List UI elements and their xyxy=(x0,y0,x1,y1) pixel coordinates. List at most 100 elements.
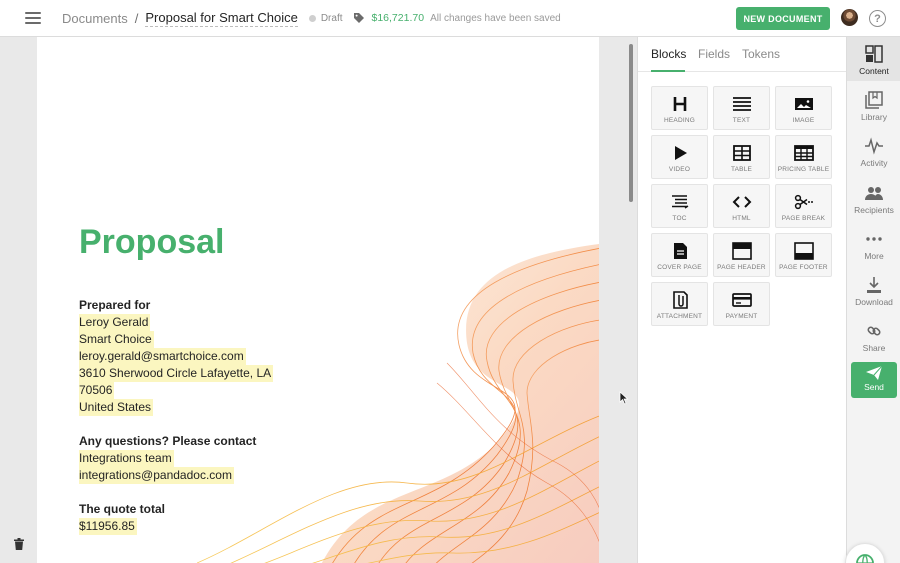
hamburger-menu-icon[interactable] xyxy=(25,12,41,24)
table-icon xyxy=(732,145,751,161)
block-label: VIDEO xyxy=(668,166,691,173)
prepared-for-label: Prepared for xyxy=(79,298,151,312)
globe-icon xyxy=(856,554,874,563)
block-video[interactable]: VIDEO xyxy=(651,135,708,179)
block-html[interactable]: HTML xyxy=(713,184,770,228)
status-badge: Draft xyxy=(320,12,343,24)
mouse-cursor-icon xyxy=(619,391,629,405)
contact-team-token[interactable]: Integrations team xyxy=(79,450,174,467)
video-icon xyxy=(674,146,687,160)
blocks-panel: Blocks Fields Tokens HEADING TEXT IMAGE … xyxy=(637,37,847,563)
recipient-street-token[interactable]: 3610 Sherwood Circle Lafayette, LA xyxy=(79,365,274,382)
save-status: All changes have been saved xyxy=(430,12,561,24)
block-toc[interactable]: TOC xyxy=(651,184,708,228)
block-label: PAGE FOOTER xyxy=(779,264,828,271)
tab-tokens[interactable]: Tokens xyxy=(742,47,780,61)
block-table[interactable]: TABLE xyxy=(713,135,770,179)
block-label: PAGE BREAK xyxy=(781,215,826,222)
block-page-footer[interactable]: PAGE FOOTER xyxy=(775,233,832,277)
document-title[interactable]: Proposal for Smart Choice xyxy=(145,10,298,27)
block-payment[interactable]: PAYMENT xyxy=(713,282,770,326)
prepared-for-block[interactable]: Prepared for Leroy Gerald Smart Choice l… xyxy=(79,297,274,416)
recipient-company-token[interactable]: Smart Choice xyxy=(79,331,154,348)
document-page: Proposal Prepared for Leroy Gerald Smart… xyxy=(37,37,599,563)
document-scrollbar[interactable] xyxy=(629,44,633,202)
block-label: HEADING xyxy=(663,117,695,124)
help-icon[interactable]: ? xyxy=(869,10,886,27)
active-tab-indicator xyxy=(651,70,685,72)
block-label: TEXT xyxy=(732,117,751,124)
payment-icon xyxy=(731,293,752,307)
price-tag-icon xyxy=(353,13,364,23)
recipient-zip-token[interactable]: 70506 xyxy=(79,382,115,399)
top-bar: Documents / Proposal for Smart Choice Dr… xyxy=(0,0,900,37)
page-break-icon xyxy=(794,194,813,210)
rail-item-share[interactable]: Share xyxy=(847,314,900,358)
proposal-title[interactable]: Proposal xyxy=(79,223,224,262)
rail-item-activity[interactable]: Activity xyxy=(847,129,900,173)
quote-block[interactable]: The quote total $11956.85 xyxy=(79,501,165,535)
attachment-icon xyxy=(672,291,688,309)
block-page-break[interactable]: PAGE BREAK xyxy=(775,184,832,228)
recipient-country-token[interactable]: United States xyxy=(79,399,154,416)
block-label: ATTACHMENT xyxy=(656,313,703,320)
rail-label: Activity xyxy=(860,158,888,168)
rail-label: Share xyxy=(862,343,886,353)
breadcrumb-separator: / xyxy=(134,10,139,26)
quote-total-label: The quote total xyxy=(79,502,165,516)
block-label: PAYMENT xyxy=(725,313,758,320)
new-document-button[interactable]: NEW DOCUMENT xyxy=(736,7,830,30)
rail-label: Recipients xyxy=(854,205,894,215)
send-label: Send xyxy=(864,382,884,392)
image-icon xyxy=(794,98,813,110)
content-icon xyxy=(865,45,883,63)
block-image[interactable]: IMAGE xyxy=(775,86,832,130)
document-canvas: Proposal Prepared for Leroy Gerald Smart… xyxy=(0,37,637,563)
breadcrumb-documents[interactable]: Documents xyxy=(62,11,128,26)
block-label: TOC xyxy=(672,215,687,222)
rail-label: More xyxy=(864,251,884,261)
tab-fields[interactable]: Fields xyxy=(698,47,730,61)
rail-item-recipients[interactable]: Recipients xyxy=(847,176,900,220)
block-label: COVER PAGE xyxy=(657,264,702,271)
right-rail: Content Library Activity Recipients More… xyxy=(846,37,900,563)
recipient-name-token[interactable]: Leroy Gerald xyxy=(79,314,151,331)
user-avatar[interactable] xyxy=(841,9,858,26)
rail-item-content[interactable]: Content xyxy=(847,37,900,81)
rail-label: Library xyxy=(861,112,887,122)
tab-blocks[interactable]: Blocks xyxy=(651,47,686,61)
page-header-icon xyxy=(731,242,752,260)
download-icon xyxy=(867,277,881,293)
block-pricing-table[interactable]: PRICING TABLE xyxy=(775,135,832,179)
contact-email-token[interactable]: integrations@pandadoc.com xyxy=(79,467,234,484)
block-label: PAGE HEADER xyxy=(717,264,766,271)
rail-item-more[interactable]: More xyxy=(847,222,900,266)
block-label: HTML xyxy=(732,215,751,222)
block-heading[interactable]: HEADING xyxy=(651,86,708,130)
trash-icon[interactable] xyxy=(14,538,24,550)
rail-item-library[interactable]: Library xyxy=(847,83,900,127)
contact-block[interactable]: Any questions? Please contact Integratio… xyxy=(79,433,256,484)
block-text[interactable]: TEXT xyxy=(713,86,770,130)
block-label: TABLE xyxy=(730,166,753,173)
panel-tabs: Blocks Fields Tokens xyxy=(638,37,847,72)
cover-page-icon xyxy=(673,243,687,259)
rail-label: Download xyxy=(855,297,893,307)
rail-item-download[interactable]: Download xyxy=(847,268,900,312)
send-icon xyxy=(866,366,882,380)
status-dot xyxy=(308,14,316,22)
send-button[interactable]: Send xyxy=(851,362,897,398)
document-price: $16,721.70 xyxy=(371,12,425,24)
block-attachment[interactable]: ATTACHMENT xyxy=(651,282,708,326)
quote-total-token[interactable]: $11956.85 xyxy=(79,518,137,535)
block-page-header[interactable]: PAGE HEADER xyxy=(713,233,770,277)
rail-label: Content xyxy=(859,66,889,76)
block-label: IMAGE xyxy=(792,117,815,124)
recipient-email-token[interactable]: leroy.gerald@smartchoice.com xyxy=(79,348,246,365)
block-cover-page[interactable]: COVER PAGE xyxy=(651,233,708,277)
share-icon xyxy=(867,326,881,336)
contact-label: Any questions? Please contact xyxy=(79,434,257,448)
html-icon xyxy=(732,196,751,208)
toc-icon xyxy=(671,195,688,209)
heading-icon xyxy=(673,97,686,111)
